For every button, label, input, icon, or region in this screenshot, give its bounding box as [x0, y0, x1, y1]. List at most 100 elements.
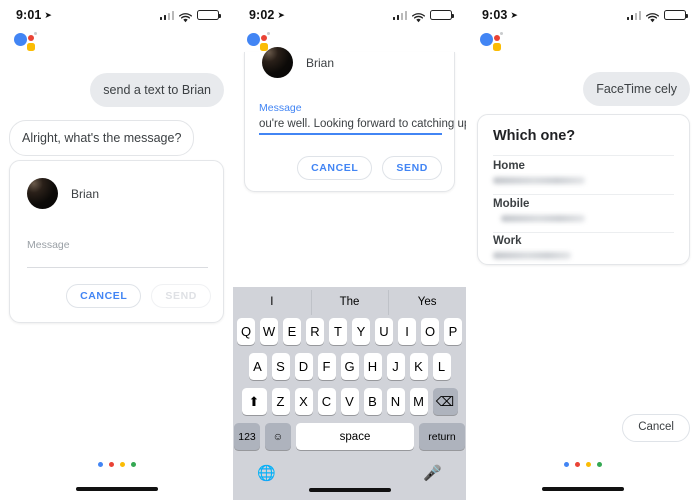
- card-title: Which one?: [493, 128, 576, 144]
- clock-time: 9:01: [16, 8, 42, 22]
- option-label: Home: [493, 160, 525, 172]
- assistant-dot-red: [261, 35, 267, 41]
- contact-avatar: [27, 178, 58, 209]
- suggestion-1[interactable]: The: [310, 290, 389, 315]
- key-n[interactable]: N: [386, 388, 405, 415]
- return-key[interactable]: return: [419, 423, 465, 450]
- key-r[interactable]: R: [306, 318, 324, 345]
- key-l[interactable]: L: [432, 353, 451, 380]
- key-m[interactable]: M: [409, 388, 428, 415]
- key-y[interactable]: Y: [352, 318, 370, 345]
- key-x[interactable]: X: [294, 388, 313, 415]
- key-s[interactable]: S: [271, 353, 290, 380]
- clock-time: 9:03: [482, 8, 508, 22]
- user-query-bubble: FaceTime cely: [583, 72, 690, 107]
- footer-dot-blue: [564, 462, 569, 467]
- cancel-button[interactable]: Cancel: [622, 414, 690, 442]
- key-v[interactable]: V: [340, 388, 359, 415]
- keyboard-row-2: A S D F G H J K L: [233, 353, 466, 380]
- option-label: Mobile: [493, 198, 530, 210]
- wifi-icon: [646, 10, 659, 23]
- home-indicator[interactable]: [542, 487, 624, 491]
- assistant-listening-dots: [564, 462, 602, 467]
- contact-name: Brian: [71, 186, 100, 201]
- divider: [493, 232, 674, 233]
- option-row-work[interactable]: Work: [493, 235, 676, 259]
- send-button[interactable]: SEND: [151, 283, 211, 308]
- keyboard-row-3: ⬆ Z X C V B N M ⌫: [233, 388, 466, 415]
- contact-avatar: [262, 47, 293, 78]
- message-field-label: Message: [27, 239, 70, 251]
- screens-container: 9:01 ➤ ⚡ send a text to Brian Alright, w…: [0, 0, 700, 500]
- suggestion-2[interactable]: Yes: [388, 290, 466, 315]
- status-clock: 9:03 ➤: [482, 8, 518, 22]
- location-arrow-icon: ➤: [277, 9, 286, 20]
- assistant-dot-yellow: [26, 42, 35, 51]
- screen-1: 9:01 ➤ ⚡ send a text to Brian Alright, w…: [0, 0, 233, 500]
- key-z[interactable]: Z: [271, 388, 290, 415]
- message-field[interactable]: Message ou're well. Looking forward to c…: [259, 102, 466, 135]
- key-o[interactable]: O: [421, 318, 439, 345]
- divider: [493, 194, 674, 195]
- key-q[interactable]: Q: [237, 318, 255, 345]
- option-row-home[interactable]: Home: [493, 160, 676, 184]
- keyboard-bottom-bar: 🌐 🎤: [233, 458, 466, 488]
- home-indicator[interactable]: [308, 488, 391, 492]
- key-g[interactable]: G: [340, 353, 359, 380]
- backspace-delete-icon[interactable]: ⌫: [432, 388, 458, 415]
- key-k[interactable]: K: [409, 353, 428, 380]
- key-c[interactable]: C: [317, 388, 336, 415]
- location-arrow-icon: ➤: [44, 9, 53, 20]
- option-row-mobile[interactable]: Mobile: [493, 198, 676, 222]
- status-bar: 9:03 ➤ ⚡: [466, 0, 700, 30]
- key-i[interactable]: I: [398, 318, 416, 345]
- assistant-listening-dots: [97, 462, 136, 467]
- status-icons: ⚡: [626, 9, 688, 23]
- key-b[interactable]: B: [363, 388, 382, 415]
- assistant-dot-grey: [34, 31, 37, 35]
- cancel-button[interactable]: CANCEL: [66, 283, 142, 308]
- cancel-button[interactable]: CANCEL: [297, 155, 373, 180]
- battery-charging-icon: ⚡: [197, 9, 221, 21]
- footer-dot-green: [597, 462, 602, 467]
- message-field-value[interactable]: ou're well. Looking forward to catching …: [259, 118, 466, 130]
- microphone-icon[interactable]: 🎤: [423, 466, 442, 481]
- option-phone-number-redacted: [501, 215, 585, 222]
- send-button[interactable]: SEND: [382, 155, 442, 180]
- status-icons: ⚡: [392, 9, 454, 23]
- card-action-row: CANCEL SEND: [297, 155, 442, 180]
- option-phone-number-redacted: [493, 252, 571, 259]
- home-indicator[interactable]: [75, 487, 158, 491]
- cellular-signal-icon: [392, 10, 407, 20]
- space-key[interactable]: space: [296, 423, 414, 450]
- key-u[interactable]: U: [375, 318, 393, 345]
- message-field-value[interactable]: [27, 251, 208, 267]
- assistant-dot-blue: [247, 33, 260, 46]
- globe-language-icon[interactable]: 🌐: [257, 466, 276, 481]
- status-clock: 9:02 ➤: [249, 8, 285, 22]
- key-f[interactable]: F: [317, 353, 336, 380]
- key-j[interactable]: J: [386, 353, 405, 380]
- assistant-dot-blue: [480, 33, 493, 46]
- ios-keyboard: I The Yes Q W E R T Y U I O P A S D F G …: [233, 287, 466, 500]
- message-field-underline: [259, 133, 442, 135]
- wifi-icon: [179, 10, 192, 23]
- key-e[interactable]: E: [283, 318, 301, 345]
- screen-2: 9:02 ➤ ⚡ Brian Message ou're well. Looki…: [233, 0, 466, 500]
- status-bar: 9:02 ➤ ⚡: [233, 0, 466, 30]
- keyboard-row-4: 123 ☺ space return: [233, 423, 466, 450]
- message-field[interactable]: Message: [27, 239, 208, 268]
- key-a[interactable]: A: [248, 353, 267, 380]
- key-h[interactable]: H: [363, 353, 382, 380]
- key-w[interactable]: W: [260, 318, 278, 345]
- key-d[interactable]: D: [294, 353, 313, 380]
- suggestion-0[interactable]: I: [233, 296, 311, 309]
- emoji-smiley-icon[interactable]: ☺: [265, 423, 291, 450]
- numbers-key[interactable]: 123: [234, 423, 260, 450]
- key-p[interactable]: P: [444, 318, 462, 345]
- assistant-dot-grey: [267, 31, 270, 35]
- contact-row: Brian: [27, 178, 99, 209]
- status-icons: ⚡: [159, 9, 221, 23]
- shift-up-arrow-icon[interactable]: ⬆: [241, 388, 267, 415]
- key-t[interactable]: T: [329, 318, 347, 345]
